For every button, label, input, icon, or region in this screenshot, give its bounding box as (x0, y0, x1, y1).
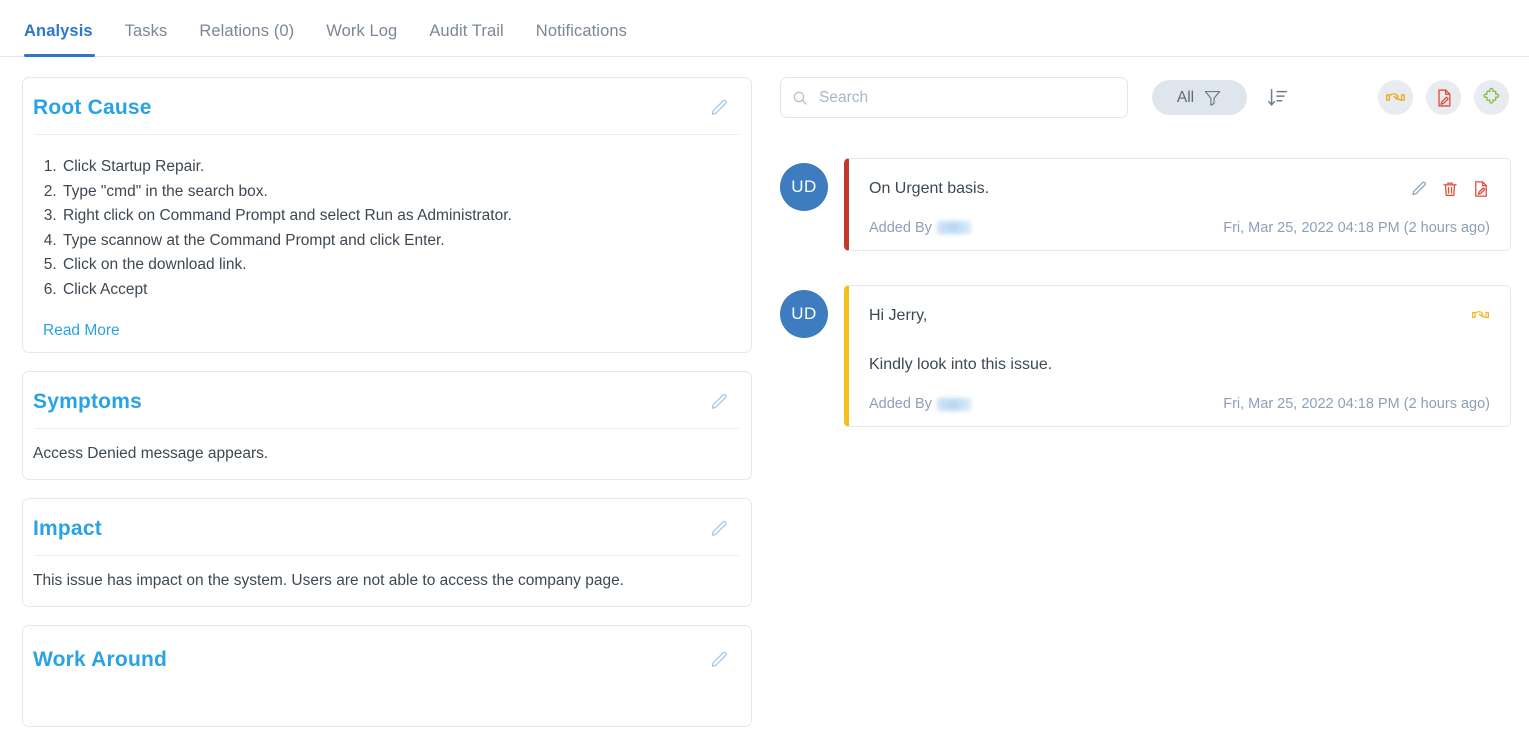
tab-audit-trail[interactable]: Audit Trail (413, 22, 519, 56)
pencil-icon (711, 393, 727, 409)
edit-symptoms-button[interactable] (707, 390, 731, 414)
tab-label: Audit Trail (429, 22, 504, 40)
document-edit-action-button[interactable] (1426, 80, 1461, 115)
handshake-icon (1471, 311, 1490, 319)
sort-button[interactable] (1265, 85, 1291, 111)
root-cause-steps: Click Startup Repair. Type "cmd" in the … (61, 155, 735, 302)
comment-timestamp: Fri, Mar 25, 2022 04:18 PM (2 hours ago) (1223, 219, 1490, 236)
work-around-text (23, 680, 751, 726)
list-item: Type "cmd" in the search box. (61, 180, 735, 205)
comment-timestamp: Fri, Mar 25, 2022 04:18 PM (2 hours ago) (1223, 396, 1490, 413)
tab-label: Analysis (24, 22, 93, 40)
added-by-label: Added By (869, 219, 932, 236)
pencil-icon (711, 99, 727, 115)
avatar: UD (780, 163, 828, 211)
comment-text: Hi Jerry, Kindly look into this issue. (869, 306, 1053, 374)
comment-document-button[interactable] (1471, 179, 1490, 198)
card-work-around: Work Around (22, 625, 752, 727)
comment-card-note: Hi Jerry, Kindly look into this issue. A… (844, 284, 1511, 428)
list-item: UD Hi Jerry, Kindly look into this issue… (780, 284, 1511, 428)
puzzle-action-button[interactable] (1474, 80, 1509, 115)
comment-footer: Added By Fri, Mar 25, 2022 04:18 PM (2 h… (869, 396, 1490, 412)
tab-label: Relations (0) (199, 22, 295, 40)
tab-bar: Analysis Tasks Relations (0) Work Log Au… (0, 0, 1529, 57)
edit-root-cause-button[interactable] (707, 96, 731, 120)
tab-analysis[interactable]: Analysis (22, 22, 109, 57)
page-content: Root Cause Click Startup Repair. Type "c… (0, 57, 1529, 730)
added-by: Added By (869, 396, 971, 412)
card-header: Work Around (23, 626, 751, 680)
card-body: Click Startup Repair. Type "cmd" in the … (23, 135, 751, 312)
added-by: Added By (869, 220, 971, 236)
document-edit-icon (1437, 88, 1450, 107)
sort-descending-icon (1268, 88, 1287, 106)
card-symptoms: Symptoms Access Denied message appears. (22, 371, 752, 480)
list-item: Type scannow at the Command Prompt and c… (61, 229, 735, 254)
pencil-icon (1411, 181, 1426, 195)
avatar: UD (780, 289, 828, 338)
card-title: Symptoms (33, 390, 142, 413)
card-impact: Impact This issue has impact on the syst… (22, 498, 752, 607)
card-header: Symptoms (23, 372, 751, 428)
card-title: Work Around (33, 648, 168, 671)
symptoms-text: Access Denied message appears. (33, 445, 269, 462)
comment-card-urgent: On Urgent basis. Added By Fri, Mar 25, 2… (844, 158, 1511, 251)
tab-relations[interactable]: Relations (0) (183, 22, 310, 56)
tab-label: Notifications (535, 22, 627, 40)
delete-comment-button[interactable] (1440, 179, 1459, 198)
document-edit-icon (1474, 180, 1487, 197)
redacted-author-name (936, 397, 971, 411)
handshake-comment-button[interactable] (1471, 306, 1490, 325)
list-item: UD On Urgent basis. Added By Fri, Mar 25… (780, 158, 1511, 251)
card-root-cause: Root Cause Click Startup Repair. Type "c… (22, 77, 752, 353)
list-item: Click Accept (61, 278, 735, 303)
edit-comment-button[interactable] (1409, 179, 1428, 198)
comment-actions (1471, 304, 1490, 325)
comment-header: On Urgent basis. (869, 177, 1490, 202)
handshake-icon (1386, 93, 1405, 101)
trash-icon (1442, 182, 1457, 196)
comments-column: All (780, 77, 1511, 730)
added-by-label: Added By (869, 396, 932, 413)
card-title: Root Cause (33, 96, 152, 119)
card-header: Root Cause (23, 78, 751, 134)
comments-list: UD On Urgent basis. Added By Fri, Mar 25… (780, 158, 1511, 428)
list-item: Right click on Command Prompt and select… (61, 204, 735, 229)
read-more-link[interactable]: Read More (23, 312, 120, 352)
comment-actions (1409, 177, 1490, 198)
tab-notifications[interactable]: Notifications (520, 22, 643, 56)
card-title: Impact (33, 517, 102, 540)
search-input[interactable] (780, 77, 1128, 118)
filter-label: All (1176, 88, 1195, 106)
tab-label: Work Log (326, 22, 398, 40)
tab-work-log[interactable]: Work Log (310, 22, 413, 56)
edit-work-around-button[interactable] (707, 648, 731, 672)
comments-toolbar: All (780, 77, 1511, 118)
pencil-icon (711, 651, 727, 667)
search-icon (793, 91, 807, 105)
comment-text: On Urgent basis. (869, 180, 990, 197)
list-item: Click on the download link. (61, 253, 735, 278)
comment-footer: Added By Fri, Mar 25, 2022 04:18 PM (2 h… (869, 220, 1490, 236)
funnel-icon (1204, 90, 1221, 106)
card-header: Impact (23, 499, 751, 555)
puzzle-piece-icon (1483, 87, 1500, 104)
tab-label: Tasks (124, 22, 168, 40)
redacted-author-name (936, 221, 971, 235)
filter-all-button[interactable]: All (1152, 80, 1247, 115)
edit-impact-button[interactable] (707, 517, 731, 541)
comment-header: Hi Jerry, Kindly look into this issue. (869, 304, 1490, 378)
search-container (780, 77, 1128, 118)
impact-text: This issue has impact on the system. Use… (33, 572, 625, 589)
handshake-action-button[interactable] (1378, 80, 1413, 115)
tab-tasks[interactable]: Tasks (109, 22, 184, 56)
pencil-icon (711, 520, 727, 536)
list-item: Click Startup Repair. (61, 155, 735, 180)
analysis-cards-column: Root Cause Click Startup Repair. Type "c… (22, 77, 752, 730)
